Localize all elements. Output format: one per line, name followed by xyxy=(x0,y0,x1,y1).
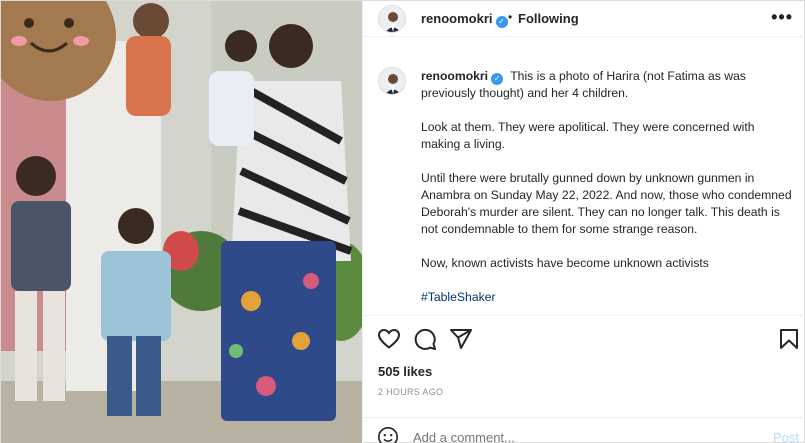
post-header: renoomokri ✓ • Following ••• xyxy=(363,1,805,37)
heart-icon[interactable] xyxy=(377,327,401,351)
comment-bar: Post xyxy=(363,417,805,443)
comment-icon[interactable] xyxy=(413,327,437,351)
post-caption: renoomokri ✓ This is a photo of Harira (n… xyxy=(421,68,793,306)
verified-badge-icon: ✓ xyxy=(491,73,504,85)
caption-avatar[interactable] xyxy=(378,67,406,95)
divider xyxy=(363,315,805,316)
caption-paragraph: Until there were brutally gunned down by… xyxy=(421,171,792,236)
separator-dot: • xyxy=(508,10,513,24)
caption-paragraph: Look at them. They were apolitical. They… xyxy=(421,120,755,151)
avatar-image xyxy=(379,68,405,94)
caption-paragraph: Now, known activists have become unknown… xyxy=(421,256,709,270)
caption-username[interactable]: renoomokri ✓ xyxy=(421,69,504,85)
emoji-icon[interactable] xyxy=(377,426,399,443)
bookmark-icon[interactable] xyxy=(777,327,801,351)
hashtag-link[interactable]: #TableShaker xyxy=(421,290,496,304)
post-side-panel: renoomokri ✓ • Following ••• renoomokri ✓ … xyxy=(362,1,805,443)
avatar-image xyxy=(379,6,405,32)
post-comment-button[interactable]: Post xyxy=(773,430,799,443)
family-photo-illustration xyxy=(1,1,362,443)
caption-paragraph: renoomokri ✓ This is a photo of Harira (n… xyxy=(421,68,793,102)
share-icon[interactable] xyxy=(449,327,473,351)
post-photo[interactable] xyxy=(1,1,362,443)
avatar[interactable] xyxy=(378,5,406,33)
post-timestamp[interactable]: 2 HOURS AGO xyxy=(378,387,443,397)
likes-count[interactable]: 505 likes xyxy=(378,364,432,379)
username-text[interactable]: renoomokri xyxy=(421,69,488,83)
following-button[interactable]: Following xyxy=(518,11,579,26)
action-bar xyxy=(363,323,805,353)
post-author-username[interactable]: renoomokri ✓ xyxy=(421,11,508,28)
more-options-icon[interactable]: ••• xyxy=(771,7,793,28)
comment-input[interactable] xyxy=(413,430,743,443)
username-text[interactable]: renoomokri xyxy=(421,11,493,26)
verified-badge-icon: ✓ xyxy=(495,16,508,28)
instagram-post: renoomokri ✓ • Following ••• renoomokri ✓ … xyxy=(0,0,805,443)
